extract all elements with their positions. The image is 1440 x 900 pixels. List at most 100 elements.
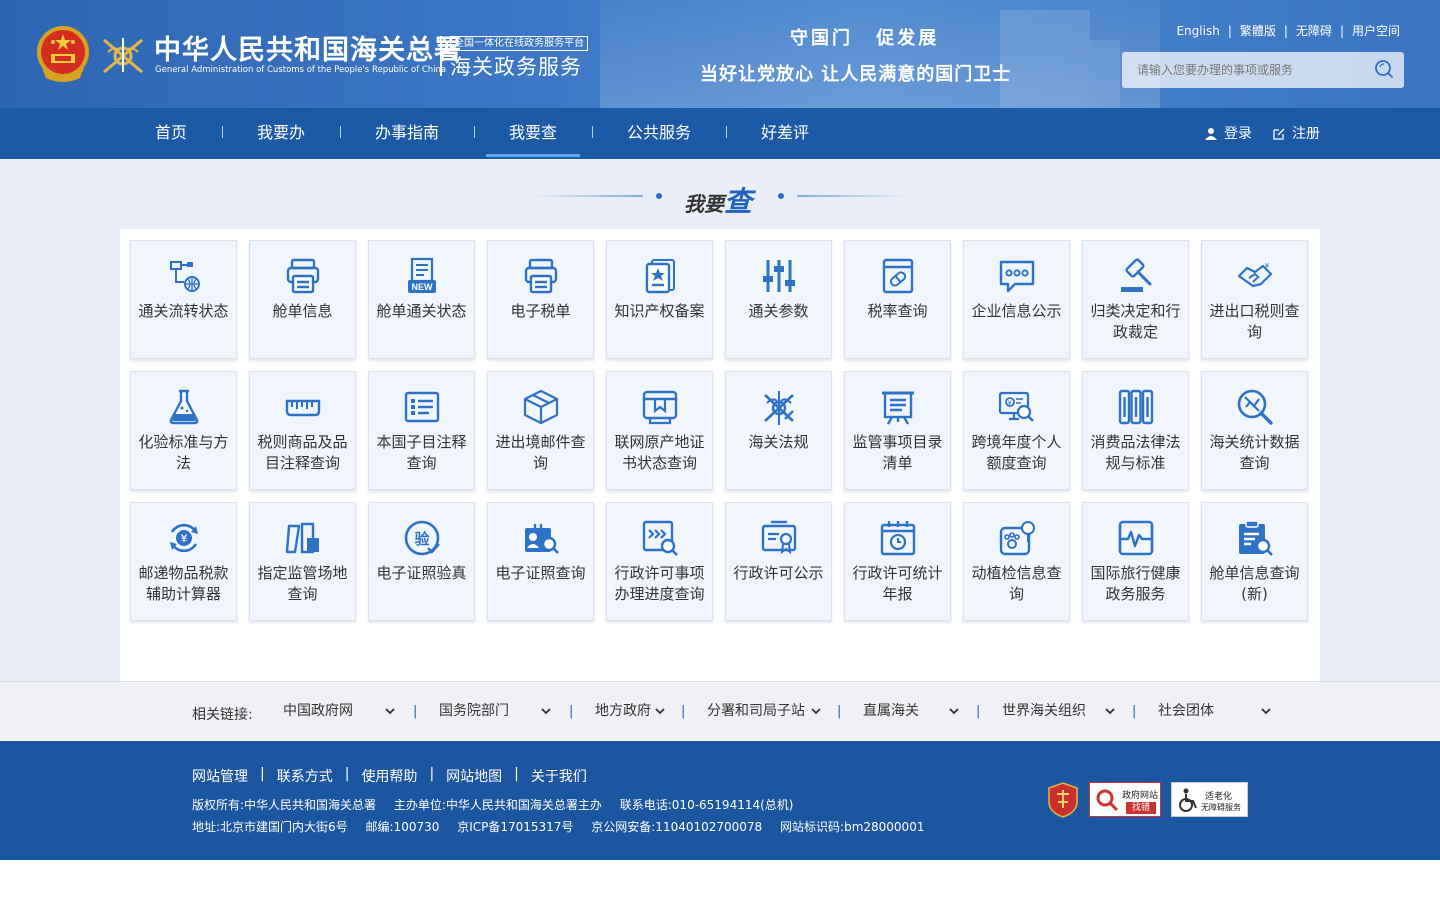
chevron-down-icon [1105,708,1115,715]
service-tile[interactable]: 行政许可统计年报 [844,502,951,621]
service-tile[interactable]: 知识产权备案 [606,240,713,359]
section-title-dot-right [778,193,784,199]
footer-link-contact[interactable]: 联系方式 [277,766,333,786]
chevron-down-icon [385,708,395,715]
section-title-main: 查 [724,185,753,218]
svg-text:¥: ¥ [180,533,187,545]
chevron-down-icon [811,708,821,715]
footer-link-site-admin[interactable]: 网站管理 [192,766,248,786]
link-separator: | [569,704,574,719]
easel-list-icon [881,391,914,425]
party-gov-badge-icon[interactable] [1048,782,1078,818]
footer-link-help[interactable]: 使用帮助 [361,766,417,786]
footer-link-sitemap[interactable]: 网站地图 [446,766,502,786]
service-tile-label: 国际旅行健康政务服务 [1090,564,1181,603]
new-document-icon: NEW [407,257,436,293]
wheelchair-icon [1179,788,1197,812]
service-tile[interactable]: 消费品法律法规与标准 [1082,371,1189,490]
chevron-down-icon [949,708,959,715]
service-tile-label: 归类决定和行政裁定 [1090,302,1181,341]
service-tile[interactable]: ¥ 邮递物品税款辅助计算器 [130,502,237,621]
service-tile[interactable]: 验电子证照验真 [368,502,475,621]
service-tile[interactable]: 归类决定和行政裁定 [1082,240,1189,359]
service-tile-label: 行政许可公示 [733,564,824,582]
slogan-line-2: 当好让党放心 让人民满意的国门卫士 [700,64,1012,85]
nav-guide[interactable]: 办事指南 [370,108,444,159]
service-tile[interactable]: 化验标准与方法 [130,371,237,490]
search-icon[interactable] [1370,56,1398,84]
service-tile[interactable]: 指定监管场地查询 [249,502,356,621]
nav-home[interactable]: 首页 [146,108,196,159]
nav-evaluation[interactable]: 好差评 [756,108,814,159]
gov-site-label: 政府网站 [1122,791,1159,801]
accessibility-link[interactable]: 无障碍 [1296,22,1332,39]
nav-query[interactable]: 我要查 [486,108,580,159]
footer-link-about[interactable]: 关于我们 [531,766,587,786]
clipboard-search-icon [1238,520,1273,556]
chat-bubble-icon [999,260,1034,293]
service-tile-label: 行政许可统计年报 [852,564,943,603]
top-link-separator: | [1283,23,1288,38]
service-tile-label: 舱单通关状态 [376,302,467,320]
nav-handle[interactable]: 我要办 [252,108,310,159]
license-icon [761,520,796,555]
animal-plant-icon [999,521,1035,556]
ruler-icon [285,399,320,417]
service-tile[interactable]: 海关统计数据查询 [1201,371,1308,490]
service-tile-label: 舱单信息 [272,302,333,320]
elderly-accessibility-badge[interactable]: 适老化 无障碍服务 [1171,782,1248,817]
service-tile[interactable]: 舱单信息查询(新) [1201,502,1308,621]
service-tile[interactable]: NEW 舱单通关状态 [368,240,475,359]
main-nav: 首页 我要办 办事指南 我要查 公共服务 好差评 登录 注册 [0,108,1440,159]
service-tile[interactable]: 国际旅行健康政务服务 [1082,502,1189,621]
select-direct-customs[interactable]: 直属海关 [863,700,961,724]
section-title-line-right [797,195,907,197]
site-title: 中华人民共和国海关总署 [154,35,462,66]
gavel-icon [1120,258,1151,292]
svg-text:¥: ¥ [1265,263,1269,270]
search-input[interactable] [1122,52,1362,88]
service-tile[interactable]: 税率查询 [844,240,951,359]
select-social-groups[interactable]: 社会团体 [1158,700,1272,724]
service-tile[interactable]: 监管事项目录清单 [844,371,951,490]
service-tile[interactable]: 海关法规 [725,371,832,490]
english-link[interactable]: English [1176,24,1219,38]
service-tile[interactable]: 税则商品及品目注释查询 [249,371,356,490]
service-tile[interactable]: 行政许可公示 [725,502,832,621]
service-tile[interactable]: 联网原产地证书状态查询 [606,371,713,490]
register-link[interactable]: 注册 [1272,108,1320,159]
service-tile[interactable]: 电子税单 [487,240,594,359]
service-tile[interactable]: 行政许可事项办理进度查询 [606,502,713,621]
service-tile[interactable]: 动植检信息查询 [963,502,1070,621]
flow-network-icon [169,261,200,292]
service-tile-label: 化验标准与方法 [138,433,229,472]
service-tile[interactable]: 本国子目注释查询 [368,371,475,490]
sliders-icon [762,260,795,292]
service-tile-label: 企业信息公示 [971,302,1062,320]
select-state-council[interactable]: 国务院部门 [439,700,553,724]
gov-site-error-badge[interactable]: 政府网站 找错 [1089,782,1161,817]
service-tile[interactable]: ¥ 进出口税则查询 [1201,240,1308,359]
service-tile[interactable]: ¥ 跨境年度个人额度查询 [963,371,1070,490]
login-link[interactable]: 登录 [1204,108,1252,159]
service-tile[interactable]: 舱单信息 [249,240,356,359]
nav-public-service[interactable]: 公共服务 [622,108,696,159]
accessibility-service-label: 无障碍服务 [1201,803,1241,812]
elderly-label: 适老化 [1205,792,1233,802]
select-sub-stations[interactable]: 分署和司局子站 [707,700,821,724]
rate-document-icon [882,258,913,294]
traditional-chinese-link[interactable]: 繁體版 [1240,22,1276,39]
service-tile[interactable]: 企业信息公示 [963,240,1070,359]
service-tile-label: 海关法规 [748,433,809,451]
user-space-link[interactable]: 用户空间 [1352,22,1400,39]
service-tile[interactable]: 进出境邮件查询 [487,371,594,490]
select-wco[interactable]: 世界海关组织 [1002,700,1116,724]
select-local-gov[interactable]: 地方政府 [595,700,665,724]
service-tile[interactable]: 通关参数 [725,240,832,359]
service-tile-label: 指定监管场地查询 [257,564,348,603]
service-tile[interactable]: 通关流转状态 [130,240,237,359]
service-tile[interactable]: 电子证照查询 [487,502,594,621]
service-tile-label: 监管事项目录清单 [852,433,943,472]
link-separator: | [681,704,686,719]
select-china-gov[interactable]: 中国政府网 [283,700,397,724]
